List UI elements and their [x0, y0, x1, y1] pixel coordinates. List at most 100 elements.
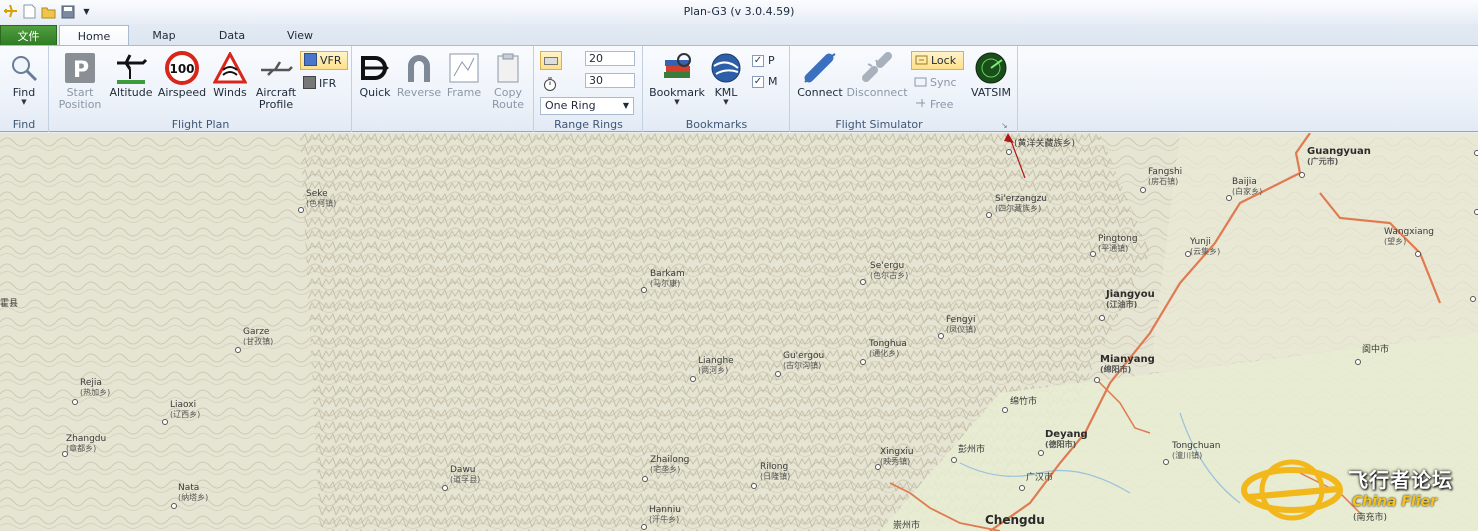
sync-icon: [914, 75, 927, 91]
ring-time-input[interactable]: 30: [585, 73, 635, 88]
map-marker[interactable]: [642, 476, 648, 482]
ifr-button[interactable]: IFR: [300, 74, 348, 93]
map-marker[interactable]: [1140, 187, 1146, 193]
kml-button[interactable]: KML ▼: [708, 51, 744, 106]
altitude-plane-icon: [114, 51, 148, 85]
map-marker[interactable]: [1355, 359, 1361, 365]
place-huangyangguan: (黄洋关藏族乡): [1014, 139, 1076, 149]
place-langzhong: 阆中市: [1362, 345, 1390, 355]
m-checkbox[interactable]: ✓ M: [752, 75, 778, 88]
vfr-button[interactable]: VFR: [300, 51, 348, 70]
map-marker[interactable]: [1474, 209, 1478, 215]
map-marker[interactable]: [162, 419, 168, 425]
ring-distance-input[interactable]: 20: [585, 51, 635, 66]
map-marker[interactable]: [1470, 296, 1476, 302]
start-position-label-2: Position: [58, 98, 102, 111]
map-marker[interactable]: [1099, 315, 1105, 321]
dialog-launcher-icon[interactable]: ↘: [1001, 121, 1008, 130]
airspeed-button[interactable]: 100 Airspeed: [158, 51, 206, 99]
bookmark-button[interactable]: Bookmark ▼: [648, 51, 706, 106]
map-view[interactable]: Seke (色柯镇) Barkam (马尔康) Se'ergu (色尔古乡) Si'e…: [0, 133, 1478, 531]
map-marker[interactable]: [775, 371, 781, 377]
flight-plan-group: P Start Position Altitude 100 Airspeed W…: [50, 46, 352, 132]
map-marker[interactable]: [1006, 149, 1012, 155]
find-button[interactable]: Find ▼: [7, 51, 41, 106]
place-yingxiu: Xingxiu (映秀镇): [880, 447, 914, 466]
svg-text:P: P: [73, 58, 89, 83]
aircraft-icon: [259, 51, 293, 85]
tab-file[interactable]: 文件: [0, 25, 57, 46]
tab-map[interactable]: Map: [129, 25, 199, 46]
disconnect-button[interactable]: Disconnect: [846, 51, 908, 99]
tab-home[interactable]: Home: [59, 25, 129, 47]
map-marker[interactable]: [751, 483, 757, 489]
range-rings-group-label: Range Rings: [554, 118, 623, 131]
map-marker[interactable]: [1019, 485, 1025, 491]
map-marker[interactable]: [1094, 377, 1100, 383]
window-title: Plan-G3 (v 3.0.4.59): [683, 5, 795, 18]
map-marker[interactable]: [442, 485, 448, 491]
copy-route-label-2: Route: [492, 98, 524, 111]
checkmark-icon: ✓: [752, 54, 764, 67]
map-marker[interactable]: [641, 287, 647, 293]
map-marker[interactable]: [860, 279, 866, 285]
place-chengdu: Chengdu: [985, 513, 1045, 527]
sync-button[interactable]: Sync: [911, 73, 964, 92]
vatsim-label: VATSIM: [971, 86, 1011, 99]
ribbon-tabs: 文件 Home Map Data View: [0, 24, 1478, 47]
tab-view[interactable]: View: [265, 25, 335, 46]
map-marker[interactable]: [1415, 251, 1421, 257]
free-button[interactable]: Free: [911, 95, 964, 114]
ring-time-button[interactable]: [540, 74, 562, 93]
tab-data[interactable]: Data: [197, 25, 267, 46]
range-rings-group: 20 30 One Ring ▼ Range Rings: [535, 46, 643, 132]
winds-button[interactable]: Winds: [210, 51, 250, 99]
sync-label: Sync: [930, 76, 957, 89]
map-marker[interactable]: [171, 503, 177, 509]
map-marker[interactable]: [986, 212, 992, 218]
find-group: Find ▼ Find: [0, 46, 49, 132]
map-marker[interactable]: [1163, 459, 1169, 465]
map-marker[interactable]: [860, 359, 866, 365]
frame-button[interactable]: Frame: [445, 51, 483, 99]
copy-route-button[interactable]: Copy Route: [487, 51, 529, 111]
place-wangxiang: Wangxiang (望乡): [1384, 227, 1435, 246]
china-flier-logo-icon: [1241, 459, 1343, 521]
reverse-button[interactable]: Reverse: [397, 51, 441, 99]
lock-button[interactable]: Lock: [911, 51, 964, 70]
vatsim-button[interactable]: VATSIM: [969, 51, 1013, 99]
map-marker[interactable]: [72, 399, 78, 405]
map-marker[interactable]: [951, 457, 957, 463]
route-tools-group: Quick Reverse Frame Copy Route: [353, 46, 534, 132]
ring-mode-select[interactable]: One Ring ▼: [540, 97, 634, 115]
place-guanghan: 广汉市: [1026, 473, 1054, 483]
reverse-icon: [402, 51, 436, 85]
map-marker[interactable]: [938, 333, 944, 339]
map-marker[interactable]: [1474, 150, 1478, 156]
place-seergu: Se'ergu (色尔古乡): [870, 261, 909, 280]
map-marker[interactable]: [298, 207, 304, 213]
place-edge-county: 霍县: [0, 299, 19, 309]
map-marker[interactable]: [641, 524, 647, 530]
m-label: M: [768, 75, 778, 88]
start-position-button[interactable]: P Start Position: [58, 51, 102, 111]
ring-distance-button[interactable]: [540, 51, 562, 70]
map-marker[interactable]: [690, 376, 696, 382]
quick-button[interactable]: Quick: [357, 51, 393, 99]
aircraft-profile-button[interactable]: Aircraft Profile: [254, 51, 298, 111]
map-marker[interactable]: [1038, 450, 1044, 456]
altitude-button[interactable]: Altitude: [108, 51, 154, 99]
map-marker[interactable]: [1299, 172, 1305, 178]
map-marker[interactable]: [1090, 251, 1096, 257]
p-checkbox[interactable]: ✓ P: [752, 54, 775, 67]
chevron-down-icon: ▼: [674, 98, 680, 106]
map-marker[interactable]: [1002, 407, 1008, 413]
vfr-label: VFR: [320, 54, 342, 67]
connect-button[interactable]: Connect: [795, 51, 845, 99]
map-marker[interactable]: [235, 347, 241, 353]
watermark-english-text: China Flier: [1352, 494, 1437, 510]
p-label: P: [768, 54, 775, 67]
bookmarks-group: Bookmark ▼ KML ▼ ✓ P ✓ M Bookmarks: [644, 46, 790, 132]
dropdown-caret-icon: ▼: [622, 101, 629, 110]
place-baijia: Baijia (白家乡): [1232, 177, 1263, 196]
